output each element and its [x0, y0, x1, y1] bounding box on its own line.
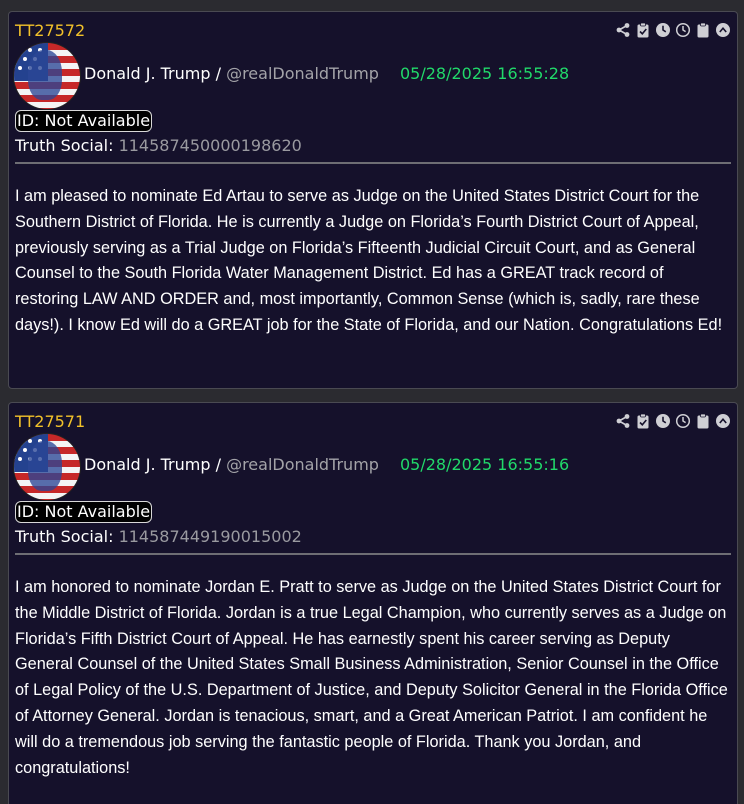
id-badge: ID: Not Available [15, 501, 153, 523]
clock-outline-icon[interactable] [674, 21, 692, 39]
clipboard-icon[interactable] [694, 21, 712, 39]
clipboard-check-icon[interactable] [634, 412, 652, 430]
author-name: Donald J. Trump [84, 455, 211, 474]
author-name: Donald J. Trump [84, 64, 211, 83]
clock-solid-icon[interactable] [654, 21, 672, 39]
post-id[interactable]: TT27572 [15, 21, 85, 41]
author-handle[interactable]: @realDonaldTrump [226, 455, 379, 474]
truth-social-id[interactable]: 114587450000198620 [119, 136, 302, 155]
author-row: Donald J. Trump / @realDonaldTrump [84, 455, 379, 475]
post-card: TT27571 Donald J. Trump / @realDonaldTru… [8, 402, 738, 804]
post-id[interactable]: TT27571 [15, 412, 85, 432]
avatar [14, 434, 80, 500]
author-row: Donald J. Trump / @realDonaldTrump [84, 64, 379, 84]
clock-outline-icon[interactable] [674, 412, 692, 430]
post-timestamp: 05/28/2025 16:55:16 [400, 455, 570, 474]
author-separator: / [210, 64, 227, 83]
post-toolbar [614, 412, 732, 430]
chevron-up-circle-icon[interactable] [714, 412, 732, 430]
id-badge: ID: Not Available [15, 110, 153, 132]
truth-social-row: Truth Social: 114587449190015002 [15, 527, 302, 547]
chevron-up-circle-icon[interactable] [714, 21, 732, 39]
share-icon[interactable] [614, 412, 632, 430]
truth-social-label: Truth Social: [15, 527, 114, 546]
clock-solid-icon[interactable] [654, 412, 672, 430]
post-card: TT27572 Donald J. Trump / @realDonaldTru… [8, 11, 738, 389]
author-handle[interactable]: @realDonaldTrump [226, 64, 379, 83]
post-body: I am honored to nominate Jordan E. Pratt… [15, 578, 728, 777]
clipboard-icon[interactable] [694, 412, 712, 430]
post-body: I am pleased to nominate Ed Artau to ser… [15, 187, 723, 334]
truth-social-id[interactable]: 114587449190015002 [119, 527, 302, 546]
post-toolbar [614, 21, 732, 39]
truth-social-row: Truth Social: 114587450000198620 [15, 136, 302, 156]
divider [15, 162, 731, 164]
share-icon[interactable] [614, 21, 632, 39]
truth-social-label: Truth Social: [15, 136, 114, 155]
post-timestamp: 05/28/2025 16:55:28 [400, 64, 570, 83]
post-feed: TT27572 Donald J. Trump / @realDonaldTru… [0, 0, 744, 804]
divider [15, 553, 731, 555]
avatar [14, 43, 80, 109]
clipboard-check-icon[interactable] [634, 21, 652, 39]
author-separator: / [210, 455, 227, 474]
